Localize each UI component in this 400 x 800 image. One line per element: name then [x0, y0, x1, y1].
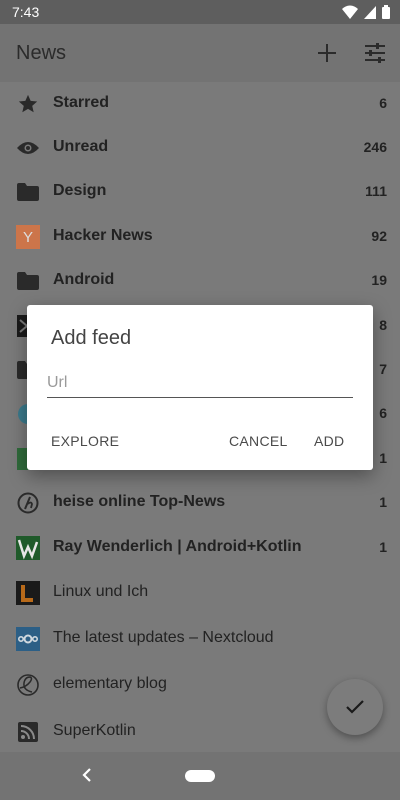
add-button[interactable]: ADD [314, 433, 344, 449]
feed-label: Unread [53, 138, 109, 155]
feed-count: 19 [371, 272, 387, 288]
feed-row-hacker-news[interactable]: Y Hacker News 92 [0, 215, 400, 259]
plus-icon [318, 44, 336, 62]
status-icons [342, 5, 390, 19]
feed-label: Hacker News [53, 227, 153, 244]
rss-icon [16, 720, 40, 744]
page-title: News [16, 42, 67, 64]
feed-count: 7 [379, 361, 387, 377]
linux-logo-icon [16, 581, 40, 605]
rw-logo-icon [16, 536, 40, 560]
feed-count: 6 [379, 405, 387, 421]
feed-label: Design [53, 182, 107, 199]
feed-label: Android [53, 271, 115, 288]
feed-row-nextcloud[interactable]: The latest updates – Nextcloud [0, 617, 400, 661]
explore-button[interactable]: EXPLORE [51, 433, 119, 449]
feed-row-unread[interactable]: Unread 246 [0, 126, 400, 170]
star-icon [16, 92, 40, 116]
add-feed-dialog: Add feed EXPLORE CANCEL ADD [27, 305, 373, 470]
feed-count: 1 [379, 494, 387, 510]
folder-icon [16, 180, 40, 204]
tune-icon [365, 43, 385, 63]
feed-row-starred[interactable]: Starred 6 [0, 82, 400, 126]
battery-icon [382, 5, 390, 19]
feed-count: 111 [365, 183, 387, 199]
feed-count: 246 [363, 139, 387, 155]
status-time: 7:43 [12, 4, 40, 20]
nextcloud-logo-icon [16, 627, 40, 651]
feed-count: 1 [379, 539, 387, 555]
feed-label: heise online Top-News [53, 493, 226, 510]
feed-label: SuperKotlin [53, 722, 136, 739]
mark-all-read-button[interactable] [327, 679, 383, 735]
url-input[interactable] [47, 369, 353, 398]
dialog-title: Add feed [51, 327, 132, 349]
system-nav-bar [0, 752, 400, 800]
feed-label: Ray Wenderlich | Android+Kotlin [53, 538, 302, 555]
add-feed-button[interactable] [313, 39, 341, 67]
signal-icon [364, 5, 376, 19]
y-logo-icon: Y [16, 225, 40, 249]
feed-label: Starred [53, 94, 110, 111]
feed-count: 6 [379, 95, 387, 111]
feed-row-heise[interactable]: heise online Top-News 1 [0, 481, 400, 525]
feed-count: 1 [379, 450, 387, 466]
filter-button[interactable] [361, 39, 389, 67]
heise-logo-icon [16, 491, 40, 515]
feed-count: 8 [379, 317, 387, 333]
feed-row-ray-wenderlich[interactable]: Ray Wenderlich | Android+Kotlin 1 [0, 526, 400, 570]
elementary-logo-icon [16, 673, 40, 697]
eye-icon [16, 136, 40, 160]
folder-icon [16, 269, 40, 293]
back-icon[interactable] [80, 766, 94, 784]
feed-row-design[interactable]: Design 111 [0, 170, 400, 214]
cancel-button[interactable]: CANCEL [229, 433, 288, 449]
app-bar: News [0, 24, 400, 82]
feed-row-android[interactable]: Android 19 [0, 259, 400, 303]
feed-label: Linux und Ich [53, 583, 149, 600]
feed-label: elementary blog [53, 675, 167, 692]
status-bar: 7:43 [0, 0, 400, 24]
feed-count: 92 [371, 228, 387, 244]
wifi-icon [342, 5, 358, 19]
feed-label: The latest updates – Nextcloud [53, 629, 274, 646]
home-pill[interactable] [185, 770, 215, 782]
check-icon [346, 700, 364, 714]
feed-row-linux-und-ich[interactable]: Linux und Ich [0, 571, 400, 615]
